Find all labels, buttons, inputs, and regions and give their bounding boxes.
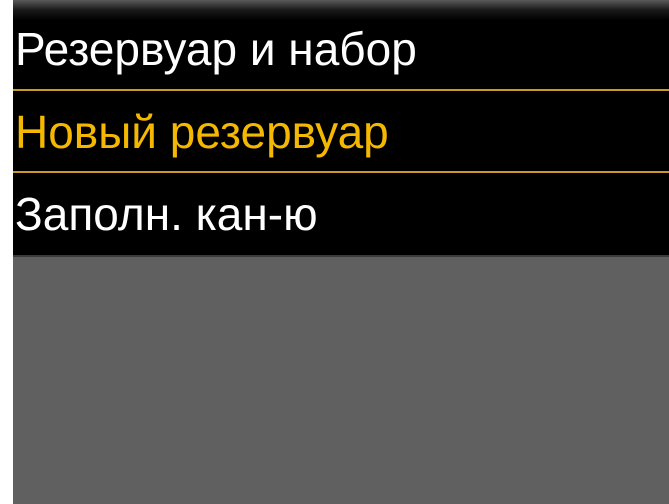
screen-title: Резервуар и набор <box>15 23 417 75</box>
menu-item-fill-cannula[interactable]: Заполн. кан-ю <box>13 173 669 257</box>
menu-item-label: Новый резервуар <box>15 106 389 158</box>
menu-item-new-reservoir[interactable]: Новый резервуар <box>13 89 669 173</box>
screen-header: Резервуар и набор <box>13 0 669 89</box>
pump-screen: Резервуар и набор Новый резервуар Заполн… <box>13 0 669 504</box>
menu-item-label: Заполн. кан-ю <box>15 188 318 240</box>
